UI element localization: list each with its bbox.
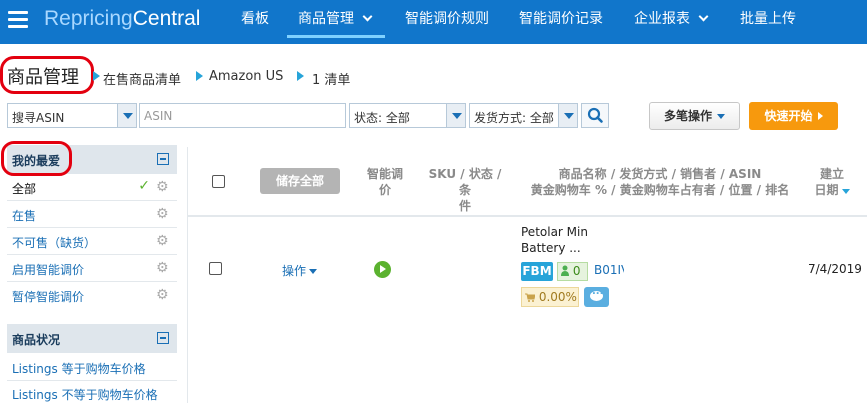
buybox-percent-badge: 0.00%: [521, 287, 579, 307]
created-date: 7/4/2019: [808, 262, 862, 276]
row-action-menu[interactable]: 操作: [282, 262, 318, 279]
dropdown-arrow-icon: [117, 104, 136, 127]
app-logo[interactable]: RepricingCentral: [44, 7, 200, 31]
divider: [187, 215, 867, 217]
status-select[interactable]: 状态: 全部: [349, 103, 466, 128]
product-name[interactable]: Petolar Min: [521, 225, 588, 239]
dropdown-arrow-icon: [446, 104, 465, 127]
fulfillment-select[interactable]: 发货方式: 全部: [469, 103, 578, 128]
breadcrumb-item: 1 清单: [312, 73, 351, 88]
select-all-checkbox[interactable]: [212, 175, 225, 188]
product-status-header[interactable]: 商品状况: [7, 324, 177, 353]
hamburger-menu-icon[interactable]: [8, 11, 28, 29]
collapse-icon[interactable]: [157, 332, 169, 344]
nav-item-bulk-upload[interactable]: 批量上传: [740, 0, 796, 38]
nav-item-product-management[interactable]: 商品管理: [287, 0, 385, 38]
divider: [187, 147, 188, 403]
cart-icon: [525, 293, 536, 302]
chat-bubble-icon[interactable]: [584, 286, 609, 307]
breadcrumb-item[interactable]: Amazon US: [209, 69, 283, 84]
caret-down-icon: [717, 114, 725, 119]
column-header-created-date[interactable]: 建立 日期: [808, 166, 856, 198]
highlight-ring: [1, 141, 72, 176]
status-link-not-equal-buybox[interactable]: Listings 不等于购物车价格: [12, 386, 158, 403]
collapse-icon[interactable]: [157, 153, 169, 165]
page-title: 商品管理: [7, 67, 79, 88]
breadcrumb-arrow-icon: [297, 71, 304, 81]
sidebar-item-repricing-paused[interactable]: 暂停智能调价 ⚙: [7, 282, 177, 309]
nav-item-repricing-log[interactable]: 智能调价记录: [519, 0, 603, 38]
breadcrumb-item[interactable]: 在售商品清单: [103, 69, 181, 88]
person-icon: [561, 265, 569, 276]
sidebar-item-on-sale[interactable]: 在售 ⚙: [7, 201, 177, 228]
column-header-sku[interactable]: SKU / 状态 / 条 件: [421, 166, 509, 214]
breadcrumb-arrow-icon: [196, 71, 203, 81]
save-all-button[interactable]: 储存全部: [260, 168, 340, 194]
asin-search-input[interactable]: [139, 103, 346, 128]
gear-icon[interactable]: ⚙: [156, 234, 170, 248]
asin-link[interactable]: B01IV: [594, 263, 624, 277]
nav-item-repricing-rules[interactable]: 智能调价规则: [405, 0, 489, 38]
search-by-select[interactable]: 搜寻ASIN: [7, 103, 137, 128]
sidebar-item-repricing-on[interactable]: 启用智能调价 ⚙: [7, 255, 177, 282]
chevron-down-icon: [698, 11, 709, 22]
fulfillment-badge: FBM: [521, 262, 553, 281]
gear-icon[interactable]: ⚙: [156, 288, 170, 302]
row-checkbox[interactable]: [209, 262, 222, 275]
gear-icon[interactable]: ⚙: [156, 207, 170, 221]
dropdown-arrow-icon: [558, 104, 577, 127]
divider: [7, 380, 177, 381]
play-icon[interactable]: [374, 261, 391, 278]
column-header-product[interactable]: 商品名称 / 发货方式 / 销售者 / ASIN 黄金购物车 % / 黄金购物车…: [520, 166, 800, 198]
gear-icon[interactable]: ⚙: [156, 261, 170, 275]
nav-item-dashboard[interactable]: 看板: [241, 0, 269, 38]
sidebar-item-all[interactable]: 全部 ✓ ⚙: [7, 174, 177, 201]
column-header-repricing[interactable]: 智能调 价: [362, 166, 408, 198]
nav-item-reports[interactable]: 企业报表: [634, 0, 709, 38]
search-icon: [587, 107, 603, 123]
search-button[interactable]: [581, 103, 609, 128]
sidebar-item-unsellable[interactable]: 不可售（缺货） ⚙: [7, 228, 177, 255]
gear-icon[interactable]: ⚙: [156, 180, 170, 194]
sort-down-icon: [841, 189, 850, 194]
top-nav: RepricingCentral 看板 商品管理 智能调价规则 智能调价记录 企…: [0, 0, 867, 44]
product-name-cont[interactable]: Battery ...: [521, 241, 581, 255]
quick-start-button[interactable]: 快速开始: [749, 102, 838, 130]
chevron-down-icon: [362, 11, 373, 22]
multi-action-button[interactable]: 多笔操作: [649, 102, 740, 130]
checkmark-icon: ✓: [138, 178, 150, 194]
seller-count-badge[interactable]: 0: [557, 262, 588, 281]
status-link-equal-buybox[interactable]: Listings 等于购物车价格: [12, 360, 146, 377]
breadcrumb-arrow-icon: [93, 71, 100, 81]
caret-down-icon: [309, 269, 318, 274]
caret-right-icon: [817, 112, 823, 120]
